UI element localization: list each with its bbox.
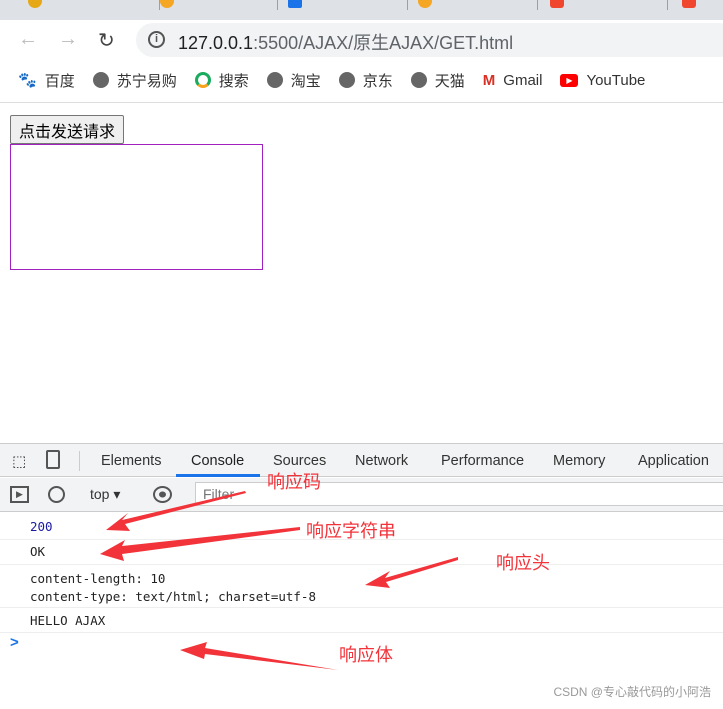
browser-tab[interactable] — [668, 0, 723, 10]
bookmark-baidu[interactable]: 🐾 百度 — [18, 70, 75, 91]
console-prompt[interactable]: > — [10, 634, 19, 651]
active-tab-indicator — [176, 474, 260, 477]
console-log-headers: content-length: 10 content-type: text/htm… — [0, 565, 723, 608]
tab-application[interactable]: Application — [638, 453, 709, 469]
globe-icon — [338, 72, 355, 88]
globe-icon — [266, 72, 283, 88]
watermark: CSDN @专心敲代码的小阿浩 — [553, 685, 711, 699]
header-line: content-length: 10 — [30, 571, 166, 586]
browser-tab[interactable] — [278, 0, 408, 10]
tab-sources[interactable]: Sources — [273, 453, 326, 469]
divider — [79, 451, 80, 471]
bookmark-youtube[interactable]: ▶ YouTube — [560, 72, 645, 89]
sidebar-toggle-icon[interactable]: ▶ — [10, 486, 29, 503]
browser-tab[interactable] — [538, 0, 668, 10]
youtube-icon: ▶ — [560, 73, 579, 87]
header-line: content-type: text/html; charset=utf-8 — [30, 589, 316, 604]
devtools-panel: ⬚ Elements Console Sources Network Perfo… — [0, 443, 723, 709]
result-box — [10, 144, 263, 270]
globe-icon — [92, 72, 109, 88]
context-selector[interactable]: top ▾ — [90, 486, 120, 503]
console-log-body: HELLO AJAX — [0, 608, 723, 633]
search-ring-icon — [194, 72, 211, 88]
browser-tab[interactable] — [160, 0, 278, 10]
clear-console-icon[interactable] — [48, 486, 65, 503]
annotation-response-headers: 响应头 — [496, 553, 550, 574]
bookmark-label: 淘宝 — [290, 72, 321, 90]
eye-icon[interactable] — [153, 486, 172, 503]
bookmark-taobao[interactable]: 淘宝 — [266, 70, 321, 91]
back-icon[interactable]: ← — [18, 28, 38, 51]
annotation-response-code: 响应码 — [267, 472, 321, 493]
globe-icon — [410, 72, 427, 88]
bookmarks-bar: 🐾 百度 苏宁易购 搜索 淘宝 京东 天猫 M Gmail ▶ YouTube — [0, 66, 723, 94]
bookmark-label: 苏宁易购 — [116, 72, 177, 90]
inspect-icon[interactable]: ⬚ — [12, 452, 26, 470]
devtools-tabs: ⬚ Elements Console Sources Network Perfo… — [0, 444, 723, 477]
annotation-response-body: 响应体 — [339, 645, 393, 666]
tab-memory[interactable]: Memory — [553, 453, 605, 469]
bookmark-label: 百度 — [44, 72, 75, 90]
bookmark-tmall[interactable]: 天猫 — [410, 70, 465, 91]
browser-tab-strip — [0, 0, 723, 20]
tab-performance[interactable]: Performance — [441, 453, 524, 469]
bookmark-label: 天猫 — [434, 72, 465, 90]
bookmark-search[interactable]: 搜索 — [194, 70, 249, 91]
device-toggle-icon[interactable] — [46, 450, 60, 469]
gmail-icon: M — [482, 71, 496, 89]
bookmark-label: YouTube — [586, 71, 646, 89]
bookmark-label: Gmail — [503, 71, 543, 89]
tab-elements[interactable]: Elements — [101, 453, 161, 469]
bookmark-label: 京东 — [362, 72, 393, 90]
forward-icon[interactable]: → — [58, 28, 78, 51]
divider — [0, 102, 723, 103]
tab-console[interactable]: Console — [191, 453, 244, 469]
console-toolbar: ▶ top ▾ — [0, 478, 723, 512]
tab-network[interactable]: Network — [355, 453, 408, 469]
console-log-status-text: OK — [0, 540, 723, 565]
bookmark-label: 搜索 — [218, 72, 249, 90]
baidu-icon: 🐾 — [18, 72, 37, 89]
bookmark-suning[interactable]: 苏宁易购 — [92, 70, 177, 91]
info-icon[interactable]: i — [148, 31, 165, 48]
browser-tab[interactable] — [408, 0, 538, 10]
annotation-response-string: 响应字符串 — [306, 521, 396, 542]
reload-icon[interactable]: ↻ — [98, 28, 115, 53]
send-request-button[interactable]: 点击发送请求 — [10, 115, 125, 144]
context-label: top — [90, 486, 110, 502]
bookmark-jd[interactable]: 京东 — [338, 70, 393, 91]
bookmark-gmail[interactable]: M Gmail — [483, 72, 543, 89]
address-bar[interactable]: i 127.0.0.1:5500/AJAX/原生AJAX/GET.html — [136, 23, 723, 57]
url-text: 127.0.0.1:5500/AJAX/原生AJAX/GET.html — [178, 33, 514, 53]
browser-tab[interactable] — [0, 0, 160, 10]
